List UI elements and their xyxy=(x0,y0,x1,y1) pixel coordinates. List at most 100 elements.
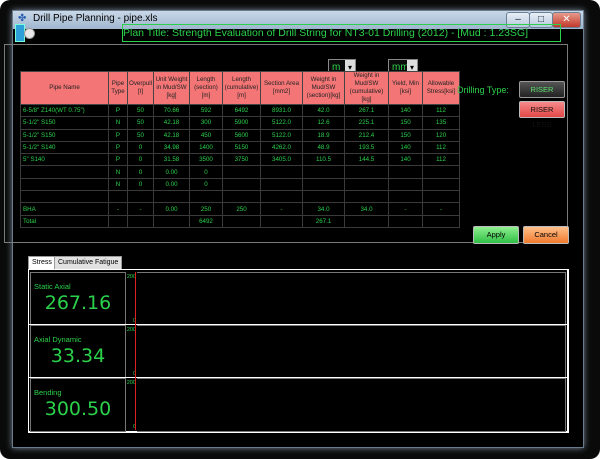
column-header[interactable]: Weight in Mud/SW (section)[kg] xyxy=(302,71,345,105)
table-cell[interactable]: 34.0 xyxy=(302,202,345,216)
table-cell[interactable]: 50 xyxy=(127,103,154,118)
table-cell[interactable]: 3750 xyxy=(222,153,261,167)
table-cell[interactable] xyxy=(302,177,345,192)
table-cell[interactable]: 110.5 xyxy=(302,153,345,167)
tab-stress[interactable]: Stress xyxy=(28,256,56,270)
table-cell[interactable]: 135 xyxy=(422,116,460,130)
table-cell[interactable] xyxy=(302,165,345,179)
table-row[interactable] xyxy=(20,190,460,204)
table-cell[interactable]: 0 xyxy=(127,165,154,179)
table-cell[interactable]: 140 xyxy=(388,153,423,167)
table-cell[interactable]: 50 xyxy=(127,116,154,130)
table-row[interactable]: 5-1/2" S150 P 50 42.18 450 5600 5122.0 18.9 212.… xyxy=(20,128,460,142)
table-cell[interactable]: 5150 xyxy=(222,140,261,155)
cancel-button[interactable]: Cancel xyxy=(523,226,569,244)
table-cell[interactable] xyxy=(388,190,423,204)
table-cell[interactable] xyxy=(260,214,303,228)
table-cell[interactable]: 1400 xyxy=(189,140,223,155)
table-cell[interactable] xyxy=(344,165,389,179)
table-cell[interactable]: 6492 xyxy=(189,214,223,228)
column-header[interactable]: Section Area [mm2] xyxy=(260,71,303,105)
table-cell[interactable]: - xyxy=(422,202,460,216)
table-cell[interactable]: 6492 xyxy=(222,103,261,118)
table-cell[interactable]: 5600 xyxy=(222,128,261,142)
table-cell[interactable]: 120 xyxy=(422,128,460,142)
table-cell[interactable]: 70.66 xyxy=(153,103,190,118)
table-cell[interactable]: P xyxy=(108,103,128,118)
column-header[interactable]: Pipe Type xyxy=(108,71,128,105)
table-cell[interactable]: 50 xyxy=(127,128,154,142)
column-header[interactable]: Allowable Stress[ksi] xyxy=(422,71,460,105)
apply-button[interactable]: Apply xyxy=(473,226,519,244)
table-cell[interactable] xyxy=(222,214,261,228)
table-cell[interactable]: 12.6 xyxy=(302,116,345,130)
table-cell[interactable]: 4262.0 xyxy=(260,140,303,155)
table-cell[interactable]: 0 xyxy=(189,177,223,192)
table-cell[interactable] xyxy=(108,214,128,228)
table-cell[interactable]: 3405.0 xyxy=(260,153,303,167)
column-header[interactable]: Length (section) [m] xyxy=(189,71,223,105)
pipe-name-cell[interactable] xyxy=(20,190,109,204)
riser-less-button[interactable]: RISER LESS xyxy=(519,101,565,129)
table-cell[interactable]: 0.00 xyxy=(153,165,190,179)
table-cell[interactable] xyxy=(260,190,303,204)
table-cell[interactable]: 144.5 xyxy=(344,153,389,167)
table-cell[interactable]: 5122.0 xyxy=(260,116,303,130)
table-cell[interactable]: 140 xyxy=(388,140,423,155)
pipe-name-cell[interactable]: 5-1/2" S150 xyxy=(20,128,109,142)
table-cell[interactable]: 267.1 xyxy=(344,103,389,118)
table-cell[interactable] xyxy=(422,165,460,179)
table-row[interactable]: BHA - -0.00 250 250-34.0 34.0- - xyxy=(20,202,460,216)
table-cell[interactable]: 450 xyxy=(189,128,223,142)
table-cell[interactable]: 112 xyxy=(422,140,460,155)
table-cell[interactable]: N xyxy=(108,177,128,192)
table-cell[interactable]: 34.98 xyxy=(153,140,190,155)
table-cell[interactable]: 112 xyxy=(422,103,460,118)
table-cell[interactable] xyxy=(344,190,389,204)
table-row[interactable]: 5-1/2" S140 P 0 34.98 1400 5150 4262.0 48.9 193.… xyxy=(20,140,460,155)
table-cell[interactable] xyxy=(127,190,154,204)
column-header[interactable]: Yield, Min [ksi] xyxy=(388,71,423,105)
table-cell[interactable]: 48.9 xyxy=(302,140,345,155)
column-header[interactable]: Length (cumulative) [m] xyxy=(222,71,261,105)
table-cell[interactable]: 0 xyxy=(127,153,154,167)
table-cell[interactable]: 0 xyxy=(127,140,154,155)
table-cell[interactable]: 5122.0 xyxy=(260,128,303,142)
riser-button[interactable]: RISER xyxy=(519,81,565,98)
table-cell[interactable] xyxy=(153,190,190,204)
table-cell[interactable]: 212.4 xyxy=(344,128,389,142)
table-cell[interactable]: 0.00 xyxy=(153,177,190,192)
table-cell[interactable]: N xyxy=(108,116,128,130)
column-header[interactable]: Unit Weight in Mud/SW [kg] xyxy=(153,71,190,105)
table-cell[interactable] xyxy=(260,165,303,179)
table-cell[interactable]: - xyxy=(388,202,423,216)
table-cell[interactable]: - xyxy=(260,202,303,216)
tab-cumulative-fatigue[interactable]: Cumulative Fatigue xyxy=(54,256,123,270)
table-cell[interactable]: 0 xyxy=(127,177,154,192)
pipe-name-cell[interactable]: 5-1/2" S140 xyxy=(20,140,109,155)
table-cell[interactable] xyxy=(344,214,389,228)
table-cell[interactable] xyxy=(422,190,460,204)
table-cell[interactable] xyxy=(422,177,460,192)
table-cell[interactable] xyxy=(388,214,423,228)
table-cell[interactable]: 150 xyxy=(388,116,423,130)
pipe-name-cell[interactable]: 5" S140 xyxy=(20,153,109,167)
table-cell[interactable]: P xyxy=(108,140,128,155)
table-cell[interactable]: 250 xyxy=(189,202,223,216)
table-cell[interactable] xyxy=(302,190,345,204)
table-cell[interactable] xyxy=(422,214,460,228)
table-cell[interactable] xyxy=(127,214,154,228)
pipe-name-cell[interactable]: Total xyxy=(20,214,109,228)
table-cell[interactable]: 8931.0 xyxy=(260,103,303,118)
table-row[interactable]: Total 6492 267.1 xyxy=(20,214,460,228)
table-cell[interactable] xyxy=(260,177,303,192)
table-cell[interactable]: P xyxy=(108,128,128,142)
pipe-name-cell[interactable] xyxy=(20,177,109,192)
table-cell[interactable]: 42.18 xyxy=(153,116,190,130)
table-cell[interactable] xyxy=(189,190,223,204)
table-row[interactable]: N 0 0.00 0 xyxy=(20,177,460,192)
table-cell[interactable] xyxy=(222,165,261,179)
table-cell[interactable]: 193.5 xyxy=(344,140,389,155)
table-cell[interactable]: 300 xyxy=(189,116,223,130)
table-cell[interactable]: P xyxy=(108,153,128,167)
